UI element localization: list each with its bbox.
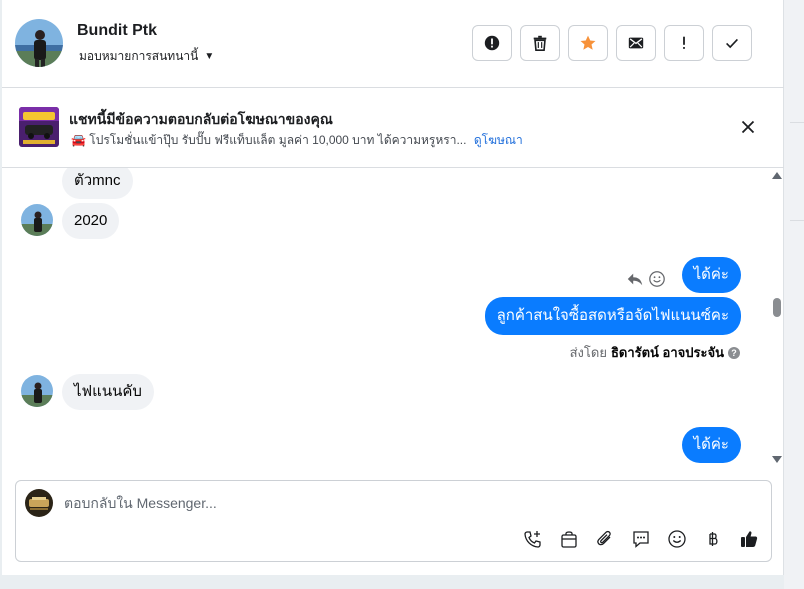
shopping-bag-icon bbox=[561, 531, 577, 548]
attach-button[interactable] bbox=[593, 527, 617, 551]
trash-icon bbox=[533, 35, 547, 52]
call-button[interactable] bbox=[521, 527, 545, 551]
checkmark-icon bbox=[726, 38, 738, 49]
reply-icon[interactable] bbox=[626, 270, 644, 288]
ad-text: 🚘 โปรโมชั่นแข้าปุ๊บ รับปั๊บ ฟรีแท็บแล็ต … bbox=[71, 133, 467, 147]
emoji-icon bbox=[668, 530, 686, 548]
conversation-header: Bundit Ptk มอบหมายการสนทนานี้ ▼ bbox=[2, 0, 784, 88]
scroll-up-arrow[interactable] bbox=[772, 172, 782, 179]
reply-composer bbox=[15, 480, 772, 562]
shop-button[interactable] bbox=[557, 527, 581, 551]
follow-up-button[interactable] bbox=[664, 25, 704, 61]
contact-avatar[interactable] bbox=[15, 19, 63, 67]
close-icon bbox=[741, 120, 755, 134]
scroll-down-arrow[interactable] bbox=[772, 456, 782, 463]
paperclip-icon bbox=[597, 530, 611, 546]
alert-circle-icon bbox=[484, 35, 500, 51]
mark-unread-button[interactable] bbox=[616, 25, 656, 61]
baht-icon bbox=[709, 532, 718, 546]
sent-by-label: ส่งโดย ธิดารัตน์ อาจประจัน ? bbox=[570, 342, 740, 363]
payment-button[interactable] bbox=[701, 527, 725, 551]
delete-button[interactable] bbox=[520, 25, 560, 61]
message-bubble-outgoing[interactable]: ได้ค่ะ bbox=[681, 257, 741, 293]
banner-subtitle: 🚘 โปรโมชั่นแข้าปุ๊บ รับปั๊บ ฟรีแท็บแล็ต … bbox=[71, 131, 523, 150]
exclamation-icon bbox=[683, 36, 685, 49]
message-bubble-outgoing[interactable]: ลูกค้าสนใจซื้อสดหรือจัดไฟแนนซ์คะ bbox=[484, 297, 741, 335]
phone-plus-icon bbox=[524, 531, 541, 548]
message-bubble-incoming[interactable]: ตัวmnc bbox=[62, 168, 133, 199]
conversation-panel: Bundit Ptk มอบหมายการสนทนานี้ ▼ แชทนี้มี… bbox=[2, 0, 784, 575]
banner-title: แชทนี้มีข้อความตอบกลับต่อโฆษณาของคุณ bbox=[69, 111, 333, 127]
page-avatar bbox=[25, 489, 53, 517]
contact-avatar-small bbox=[21, 204, 53, 236]
contact-avatar-small bbox=[21, 375, 53, 407]
like-button[interactable] bbox=[737, 527, 761, 551]
close-banner-button[interactable] bbox=[738, 117, 758, 137]
ad-thumbnail[interactable] bbox=[19, 107, 59, 147]
react-emoji-icon[interactable] bbox=[648, 270, 666, 288]
chat-bubble-icon bbox=[633, 531, 649, 548]
view-ad-link[interactable]: ดูโฆษณา bbox=[474, 133, 523, 147]
composer-toolbar bbox=[521, 527, 761, 551]
caret-down-icon: ▼ bbox=[204, 51, 215, 62]
header-actions bbox=[472, 25, 752, 61]
message-bubble-incoming[interactable]: ไฟแนนคับ bbox=[62, 374, 154, 410]
star-button[interactable] bbox=[568, 25, 608, 61]
reply-input[interactable] bbox=[64, 491, 754, 515]
sent-by-prefix: ส่งโดย bbox=[569, 345, 607, 360]
sender-name: ธิดารัตน์ อาจประจัน bbox=[610, 345, 724, 360]
side-divider bbox=[790, 122, 804, 123]
side-divider bbox=[790, 220, 804, 221]
message-bubble-incoming[interactable]: 2020 bbox=[62, 203, 120, 239]
ad-reply-banner: แชทนี้มีข้อความตอบกลับต่อโฆษณาของคุณ 🚘 โ… bbox=[2, 88, 784, 168]
star-icon bbox=[580, 35, 596, 50]
mark-done-button[interactable] bbox=[712, 25, 752, 61]
side-strip bbox=[784, 0, 804, 589]
scrollbar-thumb[interactable] bbox=[773, 298, 781, 317]
message-list[interactable]: ตัวmnc 2020 ได้ค่ะ ลูกค้าสนใจซื้อสดหรือจ… bbox=[2, 168, 784, 470]
envelope-icon bbox=[628, 37, 644, 49]
emoji-button[interactable] bbox=[665, 527, 689, 551]
assign-label: มอบหมายการสนทนานี้ bbox=[79, 49, 199, 63]
contact-name[interactable]: Bundit Ptk bbox=[77, 22, 157, 40]
saved-replies-button[interactable] bbox=[629, 527, 653, 551]
spam-button[interactable] bbox=[472, 25, 512, 61]
assign-conversation-dropdown[interactable]: มอบหมายการสนทนานี้ ▼ bbox=[79, 47, 214, 66]
info-icon[interactable]: ? bbox=[728, 346, 740, 359]
message-tools bbox=[626, 270, 666, 288]
thumbs-up-icon bbox=[741, 531, 758, 547]
message-bubble-outgoing[interactable]: ได้ค่ะ bbox=[681, 427, 741, 463]
